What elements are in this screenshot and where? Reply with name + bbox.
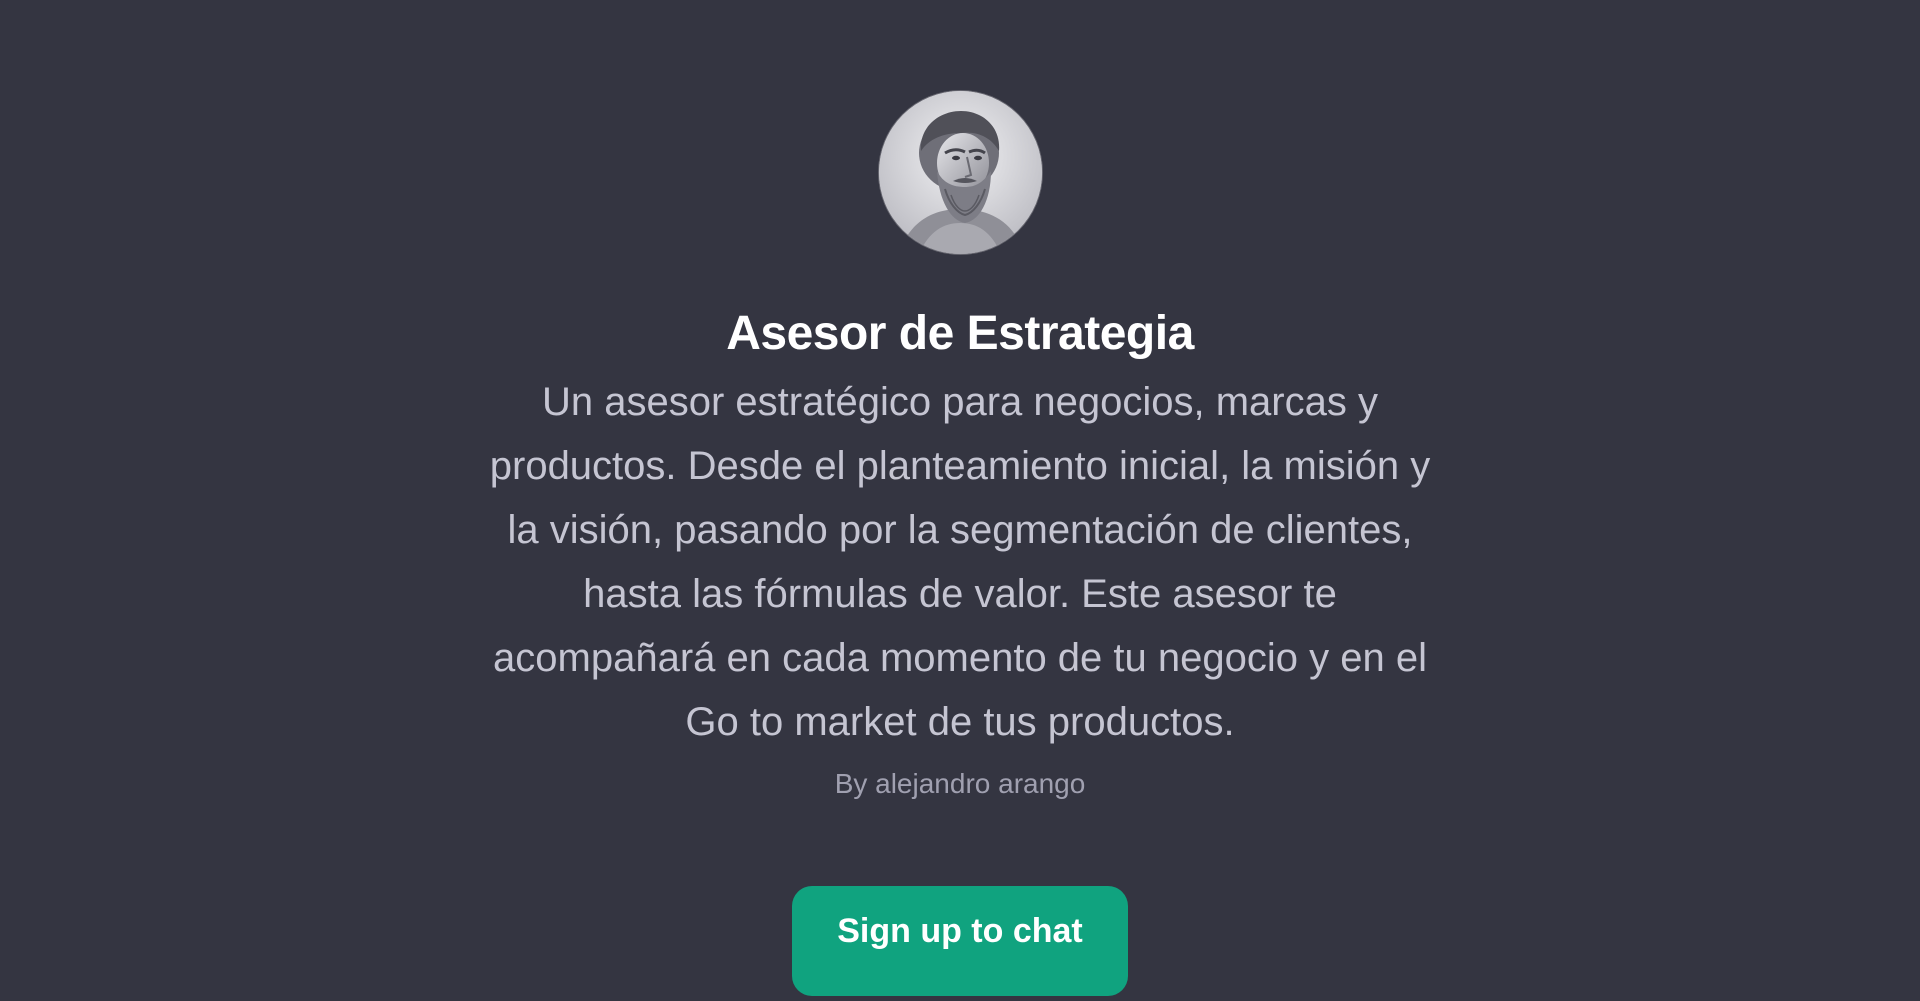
bearded-philosopher-bust-icon (878, 91, 1042, 254)
sign-up-to-chat-button[interactable]: Sign up to chat (792, 886, 1128, 996)
gpt-title: Asesor de Estrategia (726, 307, 1194, 360)
gpt-avatar (878, 91, 1042, 254)
gpt-landing-page: Asesor de Estrategia Un asesor estratégi… (0, 0, 1920, 1001)
gpt-author: By alejandro arango (834, 768, 1086, 799)
gpt-description: Un asesor estratégico para negocios, mar… (489, 380, 1431, 744)
